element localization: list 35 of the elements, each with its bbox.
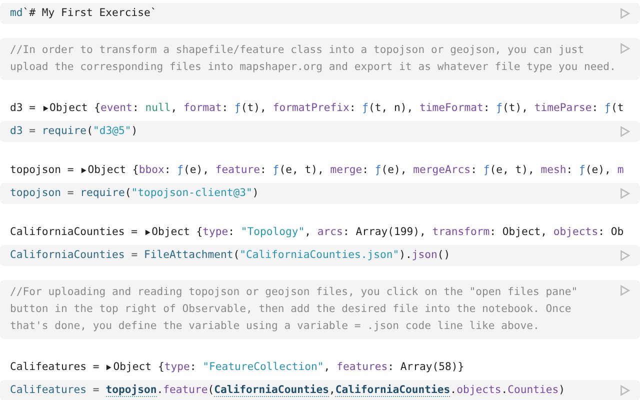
play-icon[interactable] (619, 188, 630, 199)
variable-name: CaliforniaCounties = (10, 225, 138, 240)
code-cell[interactable]: d3 = require("d3@5") (0, 121, 640, 142)
caret-icon[interactable] (144, 229, 151, 236)
variable-name: d3 = (10, 101, 36, 116)
code-line: topojson = require("topojson-client@3") (10, 186, 259, 201)
caret-icon[interactable] (42, 105, 49, 112)
play-icon[interactable] (619, 43, 630, 54)
comment-cell[interactable] (0, 280, 640, 339)
object-preview: Object {type: "FeatureCollection", features: Array(58)} (113, 360, 464, 375)
caret-icon[interactable] (80, 167, 87, 174)
object-preview: Object {type: "Topology", arcs: Array(199), transform: Object, objects: Ob (152, 225, 624, 240)
play-icon[interactable] (619, 285, 630, 296)
play-icon[interactable] (619, 250, 630, 261)
play-icon[interactable] (619, 385, 630, 396)
comment-line: button in the top right of Observable, then add the desired file into the notebook. Once (10, 302, 572, 317)
object-preview: Object {bbox: ƒ(e), feature: ƒ(e, t), merge: ƒ(e), mergeArcs: ƒ(e, t), mesh: ƒ(e), m (88, 163, 624, 178)
code-cell[interactable]: topojson = require("topojson-client@3") (0, 183, 640, 204)
code-cell[interactable]: CaliforniaCounties = FileAttachment("CaliforniaCounties.json").json() (0, 245, 640, 266)
comment-line: //In order to transform a shapefile/feature class into a topojson or geojson, you can just (10, 43, 586, 58)
comment-line: that's done, you define the variable using a variable = .json code line like above. (10, 319, 540, 334)
play-icon[interactable] (619, 126, 630, 137)
object-preview: Object {event: null, format: ƒ(t), formatPrefix: ƒ(t, n), timeFormat: ƒ(t), timeParse: ƒ(t (50, 101, 624, 116)
code-line: d3 = require("d3@5") (10, 124, 138, 139)
comment-line: upload the corresponding files into mapshaper.org and export it as whatever file type you need. (10, 60, 616, 75)
variable-name: Califeatures = (10, 360, 100, 375)
code-cell[interactable]: Califeatures = topojson.feature(CaliforniaCounties,CaliforniaCounties.objects.Counties) (0, 380, 640, 400)
caret-icon[interactable] (105, 364, 112, 371)
code-cell[interactable]: md`# My First Exercise` (0, 3, 640, 24)
comment-line: //For uploading and reading topojson or geojson files, you click on the "open files pane" (10, 285, 578, 300)
code-line: Califeatures = topojson.feature(CaliforniaCounties,CaliforniaCounties.objects.Counties) (10, 383, 566, 399)
code-line: CaliforniaCounties = FileAttachment("CaliforniaCounties.json").json() (10, 248, 450, 263)
variable-name: topojson = (10, 163, 74, 178)
play-icon[interactable] (619, 8, 630, 19)
code-line: md`# My First Exercise` (10, 6, 157, 21)
